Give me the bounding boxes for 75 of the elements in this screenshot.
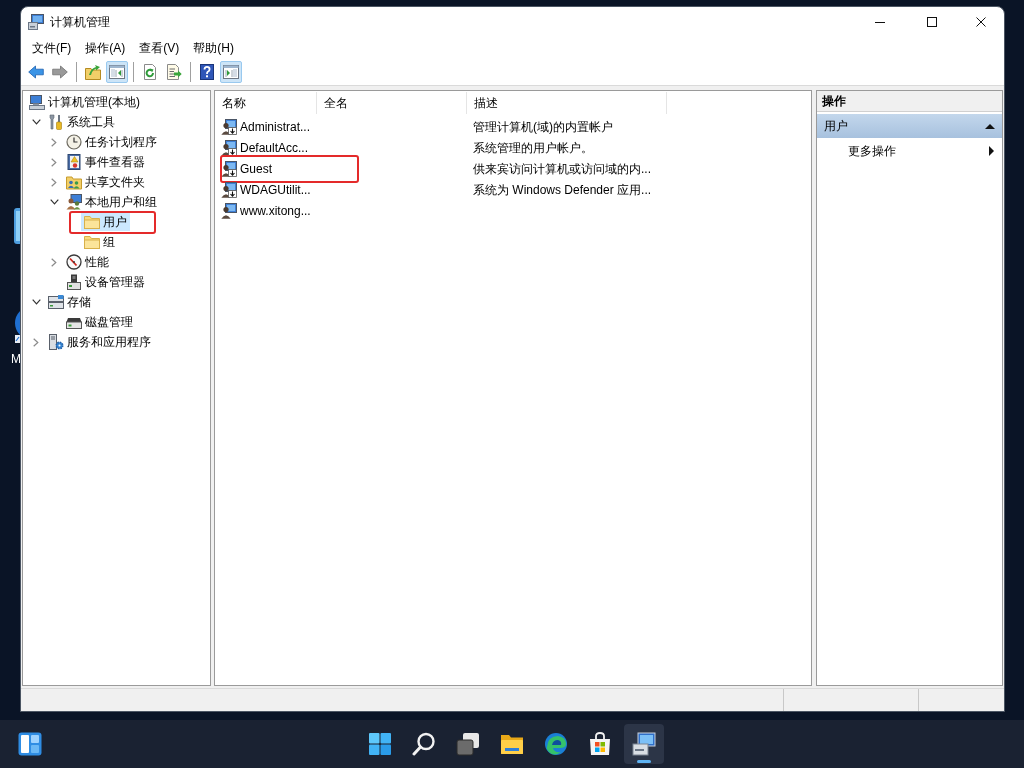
- chevron-right-icon[interactable]: [33, 337, 39, 347]
- help-icon: [199, 64, 215, 80]
- menu-item[interactable]: 文件(F): [25, 38, 79, 58]
- folder-icon: [500, 732, 524, 756]
- user-description: 系统管理的用户帐户。: [473, 139, 593, 156]
- taskbar-button[interactable]: [624, 724, 664, 764]
- user-description: 供来宾访问计算机或访问域的内...: [473, 160, 651, 177]
- tree-item[interactable]: 系统工具: [45, 113, 118, 131]
- tree-item[interactable]: 设备管理器: [63, 273, 148, 291]
- tree-item[interactable]: 用户: [81, 213, 130, 231]
- left-arrow-icon: [28, 64, 44, 80]
- log-book-icon: [66, 154, 82, 170]
- column-header[interactable]: 全名: [317, 92, 467, 114]
- computer-icon: [632, 732, 656, 756]
- folder-up-arrow-icon: [85, 64, 101, 80]
- tree-item[interactable]: 事件查看器: [63, 153, 148, 171]
- widgets-icon: [18, 732, 42, 756]
- chevron-down-icon[interactable]: [49, 199, 59, 205]
- folder-icon: [84, 214, 100, 230]
- active-indicator: [637, 760, 651, 763]
- user-name[interactable]: www.xitong...: [239, 202, 312, 219]
- search-icon: [412, 732, 436, 756]
- tree-item[interactable]: 组: [81, 233, 118, 251]
- close-icon: [976, 17, 986, 27]
- task-view-icon: [456, 732, 480, 756]
- right-pane-window-icon: [223, 64, 239, 80]
- tree-item[interactable]: 共享文件夹: [63, 173, 148, 191]
- gauge-icon: [66, 254, 82, 270]
- chevron-down-icon[interactable]: [31, 299, 41, 305]
- tree-item[interactable]: 服务和应用程序: [45, 333, 154, 351]
- column-header[interactable]: 描述: [467, 92, 667, 114]
- tree-item[interactable]: 任务计划程序: [63, 133, 160, 151]
- menu-item[interactable]: 帮助(H): [186, 38, 241, 58]
- tree-item[interactable]: 存储: [45, 293, 94, 311]
- chevron-down-icon[interactable]: [31, 119, 41, 125]
- shopping-bag-icon: [588, 732, 612, 756]
- server-gear-icon: [48, 334, 64, 350]
- wrench-icon: [48, 114, 64, 130]
- action-pane-toggle[interactable]: [220, 61, 242, 83]
- folder-icon: [84, 234, 100, 250]
- console-tree-toggle[interactable]: [106, 61, 128, 83]
- user-description: 管理计算机(域)的内置帐户: [473, 118, 613, 135]
- triangle-up-icon: [985, 123, 995, 129]
- computer-icon: [29, 94, 45, 110]
- chevron-right-icon[interactable]: [51, 177, 57, 187]
- tree-item[interactable]: 性能: [63, 253, 112, 271]
- menu-item[interactable]: 查看(V): [132, 38, 187, 58]
- action-item[interactable]: 更多操作: [817, 139, 1002, 163]
- user-description: 系统为 Windows Defender 应用...: [473, 181, 652, 198]
- desktop-icon-label: M: [11, 352, 21, 366]
- left-pane-window-icon: [109, 64, 125, 80]
- start-icon: [368, 732, 392, 756]
- clock-icon: [66, 134, 82, 150]
- column-header[interactable]: 名称: [215, 92, 317, 114]
- actions-title: 操作: [817, 91, 1002, 112]
- window-title: 计算机管理: [50, 13, 110, 31]
- browser-icon: [544, 732, 568, 756]
- tree-item[interactable]: 磁盘管理: [63, 313, 136, 331]
- menu-item[interactable]: 操作(A): [78, 38, 133, 58]
- minimize-icon: [875, 21, 885, 23]
- chevron-right-icon[interactable]: [51, 137, 57, 147]
- device-icon: [66, 274, 82, 290]
- right-arrow-icon: [52, 64, 68, 80]
- tree-item[interactable]: 本地用户和组: [63, 193, 160, 211]
- users-icon: [66, 194, 82, 210]
- drive-stack-icon: [48, 294, 64, 310]
- maximize-icon: [927, 17, 937, 27]
- chevron-right-icon[interactable]: [51, 157, 57, 167]
- action-section-header[interactable]: 用户: [817, 114, 1002, 138]
- refresh-page-icon: [142, 64, 158, 80]
- tree-item[interactable]: 计算机管理(本地): [26, 93, 143, 111]
- computer-icon: [28, 14, 44, 30]
- page-arrow-icon: [166, 64, 182, 80]
- shared-folder-icon: [66, 174, 82, 190]
- chevron-right-icon[interactable]: [51, 257, 57, 267]
